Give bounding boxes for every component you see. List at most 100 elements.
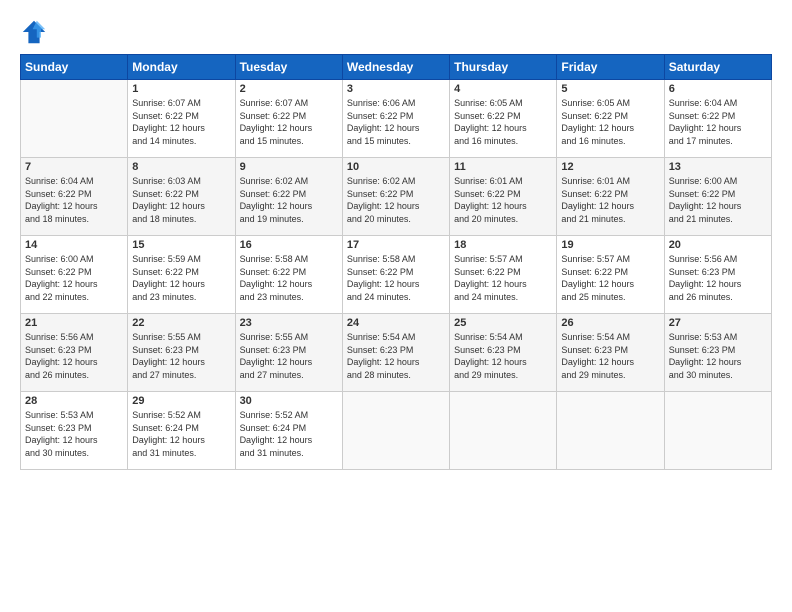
day-number: 5: [561, 83, 659, 95]
calendar-table: SundayMondayTuesdayWednesdayThursdayFrid…: [20, 54, 772, 470]
day-number: 24: [347, 317, 445, 329]
day-info: Sunrise: 6:00 AMSunset: 6:22 PMDaylight:…: [25, 253, 123, 303]
day-info: Sunrise: 6:02 AMSunset: 6:22 PMDaylight:…: [240, 175, 338, 225]
day-cell: 2 Sunrise: 6:07 AMSunset: 6:22 PMDaylight…: [235, 80, 342, 158]
day-number: 9: [240, 161, 338, 173]
day-cell: 28 Sunrise: 5:53 AMSunset: 6:23 PMDayligh…: [21, 392, 128, 470]
day-info: Sunrise: 5:56 AMSunset: 6:23 PMDaylight:…: [25, 331, 123, 381]
day-number: 22: [132, 317, 230, 329]
day-info: Sunrise: 5:53 AMSunset: 6:23 PMDaylight:…: [669, 331, 767, 381]
day-info: Sunrise: 6:00 AMSunset: 6:22 PMDaylight:…: [669, 175, 767, 225]
day-number: 28: [25, 395, 123, 407]
week-row-4: 21 Sunrise: 5:56 AMSunset: 6:23 PMDayligh…: [21, 314, 772, 392]
day-cell: 26 Sunrise: 5:54 AMSunset: 6:23 PMDayligh…: [557, 314, 664, 392]
day-number: 26: [561, 317, 659, 329]
day-info: Sunrise: 5:52 AMSunset: 6:24 PMDaylight:…: [132, 409, 230, 459]
day-cell: 27 Sunrise: 5:53 AMSunset: 6:23 PMDayligh…: [664, 314, 771, 392]
day-info: Sunrise: 5:56 AMSunset: 6:23 PMDaylight:…: [669, 253, 767, 303]
day-cell: 7 Sunrise: 6:04 AMSunset: 6:22 PMDaylight…: [21, 158, 128, 236]
day-number: 3: [347, 83, 445, 95]
day-cell: [450, 392, 557, 470]
day-number: 29: [132, 395, 230, 407]
day-cell: [557, 392, 664, 470]
col-header-saturday: Saturday: [664, 55, 771, 80]
day-number: 7: [25, 161, 123, 173]
col-header-sunday: Sunday: [21, 55, 128, 80]
col-header-friday: Friday: [557, 55, 664, 80]
day-cell: 29 Sunrise: 5:52 AMSunset: 6:24 PMDayligh…: [128, 392, 235, 470]
day-cell: 19 Sunrise: 5:57 AMSunset: 6:22 PMDayligh…: [557, 236, 664, 314]
day-cell: 22Sunrise: 5:55 AMSunset: 6:23 PMDayligh…: [128, 314, 235, 392]
day-cell: 9 Sunrise: 6:02 AMSunset: 6:22 PMDaylight…: [235, 158, 342, 236]
col-header-tuesday: Tuesday: [235, 55, 342, 80]
day-info: Sunrise: 5:58 AMSunset: 6:22 PMDaylight:…: [240, 253, 338, 303]
day-cell: 25 Sunrise: 5:54 AMSunset: 6:23 PMDayligh…: [450, 314, 557, 392]
day-info: Sunrise: 5:55 AMSunset: 6:23 PMDaylight:…: [240, 331, 338, 381]
day-number: 27: [669, 317, 767, 329]
day-number: 10: [347, 161, 445, 173]
day-info: Sunrise: 5:53 AMSunset: 6:23 PMDaylight:…: [25, 409, 123, 459]
page: SundayMondayTuesdayWednesdayThursdayFrid…: [0, 0, 792, 480]
day-info: Sunrise: 6:04 AMSunset: 6:22 PMDaylight:…: [25, 175, 123, 225]
day-number: 4: [454, 83, 552, 95]
day-info: Sunrise: 5:57 AMSunset: 6:22 PMDaylight:…: [454, 253, 552, 303]
day-cell: 12Sunrise: 6:01 AMSunset: 6:22 PMDayligh…: [557, 158, 664, 236]
day-number: 14: [25, 239, 123, 251]
header: [20, 18, 772, 46]
day-info: Sunrise: 6:06 AMSunset: 6:22 PMDaylight:…: [347, 97, 445, 147]
day-info: Sunrise: 6:01 AMSunset: 6:22 PMDaylight:…: [454, 175, 552, 225]
day-info: Sunrise: 6:03 AMSunset: 6:22 PMDaylight:…: [132, 175, 230, 225]
day-cell: 18 Sunrise: 5:57 AMSunset: 6:22 PMDayligh…: [450, 236, 557, 314]
logo-icon: [20, 18, 48, 46]
day-cell: 15 Sunrise: 5:59 AMSunset: 6:22 PMDayligh…: [128, 236, 235, 314]
day-info: Sunrise: 6:05 AMSunset: 6:22 PMDaylight:…: [561, 97, 659, 147]
day-cell: [342, 392, 449, 470]
day-cell: 6 Sunrise: 6:04 AMSunset: 6:22 PMDaylight…: [664, 80, 771, 158]
week-row-3: 14 Sunrise: 6:00 AMSunset: 6:22 PMDayligh…: [21, 236, 772, 314]
day-info: Sunrise: 5:57 AMSunset: 6:22 PMDaylight:…: [561, 253, 659, 303]
day-info: Sunrise: 6:01 AMSunset: 6:22 PMDaylight:…: [561, 175, 659, 225]
day-number: 6: [669, 83, 767, 95]
day-cell: 14 Sunrise: 6:00 AMSunset: 6:22 PMDayligh…: [21, 236, 128, 314]
day-cell: 21 Sunrise: 5:56 AMSunset: 6:23 PMDayligh…: [21, 314, 128, 392]
day-number: 18: [454, 239, 552, 251]
day-info: Sunrise: 5:54 AMSunset: 6:23 PMDaylight:…: [347, 331, 445, 381]
day-cell: 4 Sunrise: 6:05 AMSunset: 6:22 PMDaylight…: [450, 80, 557, 158]
day-info: Sunrise: 6:02 AMSunset: 6:22 PMDaylight:…: [347, 175, 445, 225]
day-info: Sunrise: 5:59 AMSunset: 6:22 PMDaylight:…: [132, 253, 230, 303]
day-number: 19: [561, 239, 659, 251]
day-info: Sunrise: 5:54 AMSunset: 6:23 PMDaylight:…: [561, 331, 659, 381]
col-header-wednesday: Wednesday: [342, 55, 449, 80]
day-number: 25: [454, 317, 552, 329]
day-cell: [21, 80, 128, 158]
day-number: 30: [240, 395, 338, 407]
day-cell: 16 Sunrise: 5:58 AMSunset: 6:22 PMDayligh…: [235, 236, 342, 314]
day-number: 23: [240, 317, 338, 329]
day-info: Sunrise: 5:54 AMSunset: 6:23 PMDaylight:…: [454, 331, 552, 381]
col-header-thursday: Thursday: [450, 55, 557, 80]
logo: [20, 18, 52, 46]
day-number: 16: [240, 239, 338, 251]
day-info: Sunrise: 6:07 AMSunset: 6:22 PMDaylight:…: [132, 97, 230, 147]
day-info: Sunrise: 6:04 AMSunset: 6:22 PMDaylight:…: [669, 97, 767, 147]
day-cell: 17Sunrise: 5:58 AMSunset: 6:22 PMDayligh…: [342, 236, 449, 314]
day-number: 11: [454, 161, 552, 173]
day-cell: 11 Sunrise: 6:01 AMSunset: 6:22 PMDayligh…: [450, 158, 557, 236]
day-cell: 5 Sunrise: 6:05 AMSunset: 6:22 PMDaylight…: [557, 80, 664, 158]
day-info: Sunrise: 6:07 AMSunset: 6:22 PMDaylight:…: [240, 97, 338, 147]
day-cell: 20Sunrise: 5:56 AMSunset: 6:23 PMDayligh…: [664, 236, 771, 314]
days-header-row: SundayMondayTuesdayWednesdayThursdayFrid…: [21, 55, 772, 80]
day-number: 15: [132, 239, 230, 251]
day-cell: 8Sunrise: 6:03 AMSunset: 6:22 PMDaylight…: [128, 158, 235, 236]
day-cell: 30Sunrise: 5:52 AMSunset: 6:24 PMDayligh…: [235, 392, 342, 470]
week-row-1: 1 Sunrise: 6:07 AMSunset: 6:22 PMDaylight…: [21, 80, 772, 158]
day-info: Sunrise: 6:05 AMSunset: 6:22 PMDaylight:…: [454, 97, 552, 147]
day-cell: 13Sunrise: 6:00 AMSunset: 6:22 PMDayligh…: [664, 158, 771, 236]
week-row-2: 7 Sunrise: 6:04 AMSunset: 6:22 PMDaylight…: [21, 158, 772, 236]
day-number: 21: [25, 317, 123, 329]
day-number: 1: [132, 83, 230, 95]
day-cell: 24 Sunrise: 5:54 AMSunset: 6:23 PMDayligh…: [342, 314, 449, 392]
day-number: 2: [240, 83, 338, 95]
day-info: Sunrise: 5:58 AMSunset: 6:22 PMDaylight:…: [347, 253, 445, 303]
col-header-monday: Monday: [128, 55, 235, 80]
